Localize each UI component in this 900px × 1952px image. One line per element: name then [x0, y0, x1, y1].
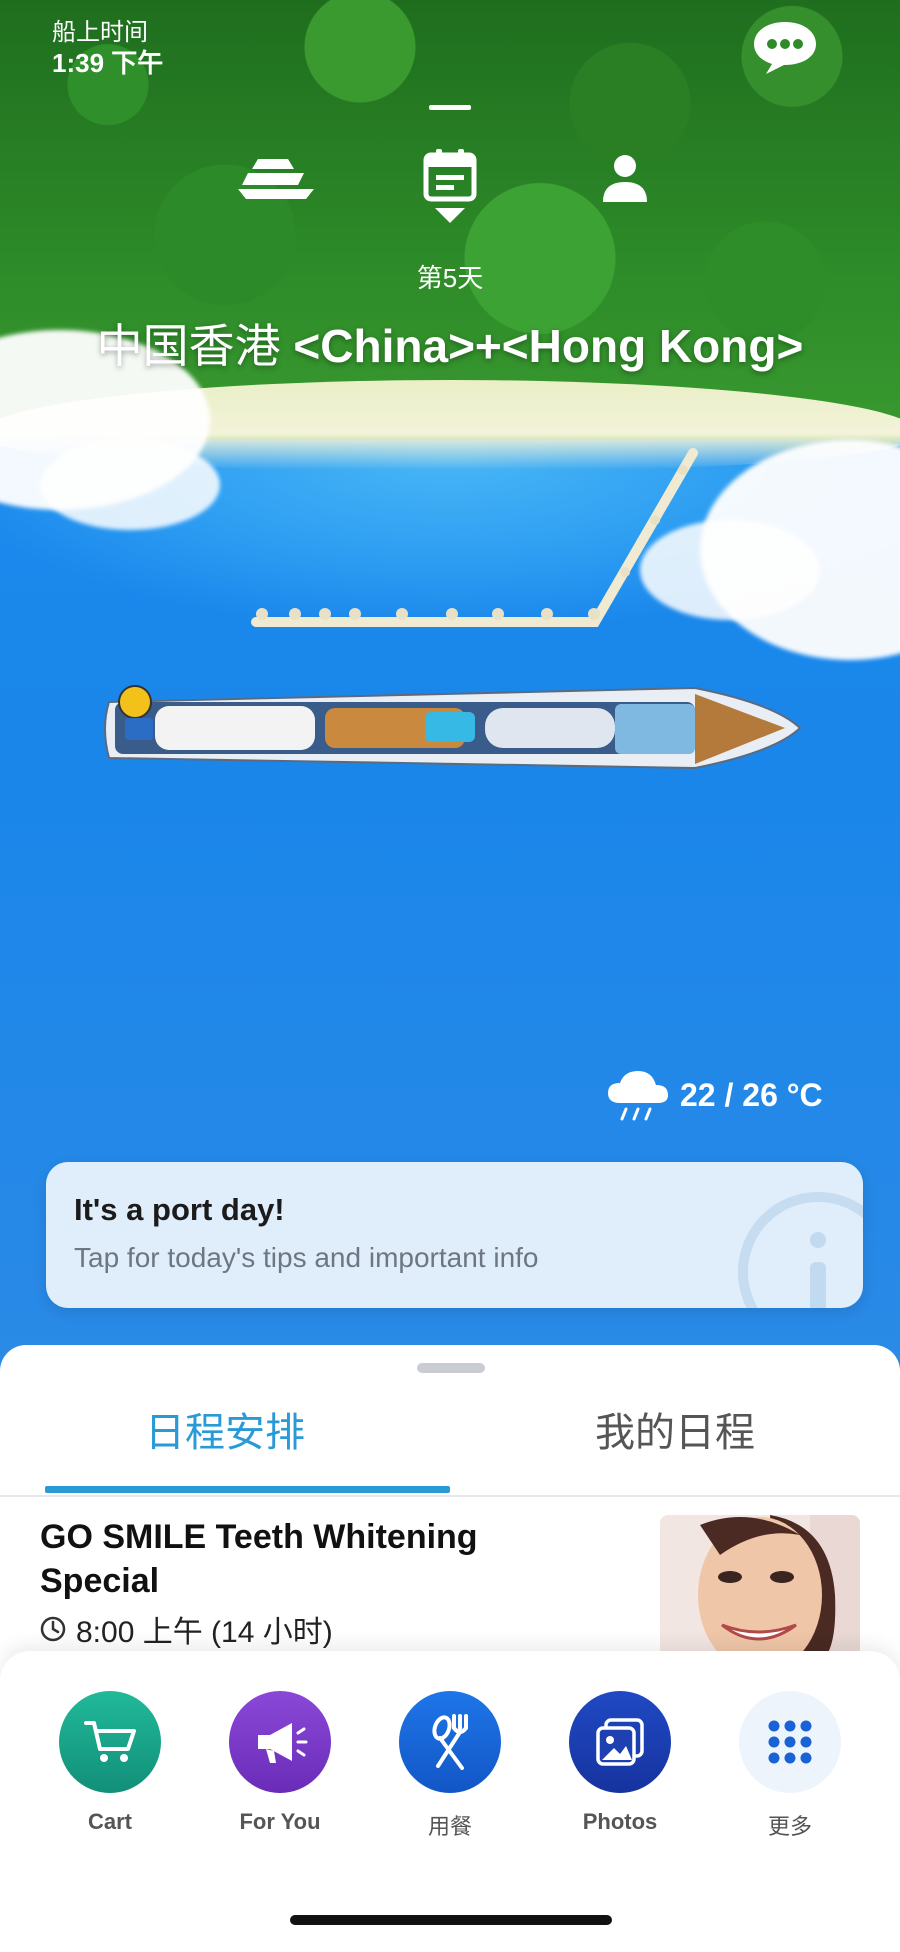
- temperature: 22 / 26 °C: [680, 1076, 823, 1113]
- ship-time-value: 1:39 下午: [52, 48, 164, 78]
- megaphone-icon: [258, 1723, 308, 1763]
- cruise-ship: [104, 685, 802, 770]
- grid-icon: [768, 1720, 812, 1764]
- tab-my-schedule[interactable]: 我的日程: [450, 1405, 900, 1489]
- dock-dining-label: 用餐: [427, 1814, 472, 1839]
- dock-photos-label: Photos: [582, 1809, 658, 1834]
- app-screen: 船上时间 1:39 下午 第5天 中国香港 <China>+<Hong Kong…: [0, 0, 900, 1952]
- fork-spoon-icon: [432, 1714, 468, 1770]
- port-day-card[interactable]: It's a port day! Tap for today's tips an…: [46, 1162, 863, 1308]
- schedule-tabs: 日程安排 我的日程: [0, 1405, 900, 1497]
- port-card-title: It's a port day!: [74, 1192, 285, 1227]
- photos-icon: [596, 1718, 644, 1766]
- active-tab-underline: [45, 1486, 450, 1493]
- selected-indicator-bar: [429, 105, 471, 110]
- calendar-icon: [423, 149, 477, 202]
- dock-photos-circle: [569, 1691, 671, 1793]
- ship-time-label: 船上时间: [52, 19, 148, 46]
- dock-cart-circle: [59, 1691, 161, 1793]
- nav-calendar[interactable]: [405, 105, 495, 202]
- nav-profile[interactable]: [580, 133, 670, 223]
- day-label: 第5天: [416, 263, 484, 293]
- dock-for-you[interactable]: For You: [210, 1691, 350, 1835]
- person-icon: [603, 155, 647, 202]
- cart-icon: [84, 1721, 136, 1762]
- rain-cloud-icon: [608, 1071, 668, 1121]
- dock-cart[interactable]: Cart: [40, 1691, 180, 1835]
- ship-time: 船上时间 1:39 下午: [52, 18, 163, 78]
- chat-icon: [754, 22, 816, 74]
- cruise-ship-icon: [238, 159, 314, 199]
- dock-more-label: 更多: [767, 1814, 812, 1839]
- caret-down-icon: [435, 208, 465, 223]
- nav-ship[interactable]: [232, 133, 322, 223]
- info-icon-dot: [810, 1232, 826, 1248]
- list-item[interactable]: GO SMILE Teeth Whitening Special 8:00 上午…: [0, 1515, 900, 1665]
- event-time: 8:00 上午 (14 小时): [40, 1607, 333, 1651]
- event-photo: [660, 1515, 860, 1665]
- port-name-cn: 中国香港: [96, 320, 281, 372]
- bottom-dock: Cart For You 用餐 Photos 更多: [0, 1651, 900, 1952]
- port-card-subtitle: Tap for today's tips and important info: [74, 1242, 539, 1273]
- dock-more[interactable]: 更多: [720, 1691, 860, 1841]
- event-image: [660, 1515, 860, 1665]
- event-title: GO SMILE Teeth Whitening Special: [40, 1518, 478, 1600]
- dock-cart-label: Cart: [87, 1809, 132, 1834]
- info-icon: [738, 1192, 863, 1308]
- info-icon-stem: [810, 1262, 826, 1308]
- sheet-drag-handle[interactable]: [417, 1363, 485, 1373]
- dock-for-you-label: For You: [239, 1809, 321, 1834]
- port-title: 中国香港 <China>+<Hong Kong>: [0, 310, 900, 376]
- weather: 22 / 26 °C: [606, 1060, 823, 1130]
- dock-for-you-circle: [229, 1691, 331, 1793]
- chat-button[interactable]: [752, 18, 818, 74]
- clock-icon: [40, 1616, 66, 1642]
- dock-dining-circle: [399, 1691, 501, 1793]
- dock-dining[interactable]: 用餐: [380, 1691, 520, 1841]
- port-name-en: <China>+<Hong Kong>: [293, 320, 804, 372]
- tab-schedule[interactable]: 日程安排: [0, 1405, 450, 1489]
- dock-photos[interactable]: Photos: [550, 1691, 690, 1835]
- event-time-text: 8:00 上午 (14 小时): [76, 1616, 333, 1649]
- dock-more-circle: [739, 1691, 841, 1793]
- home-indicator[interactable]: [290, 1915, 612, 1925]
- top-navigation: [0, 105, 900, 225]
